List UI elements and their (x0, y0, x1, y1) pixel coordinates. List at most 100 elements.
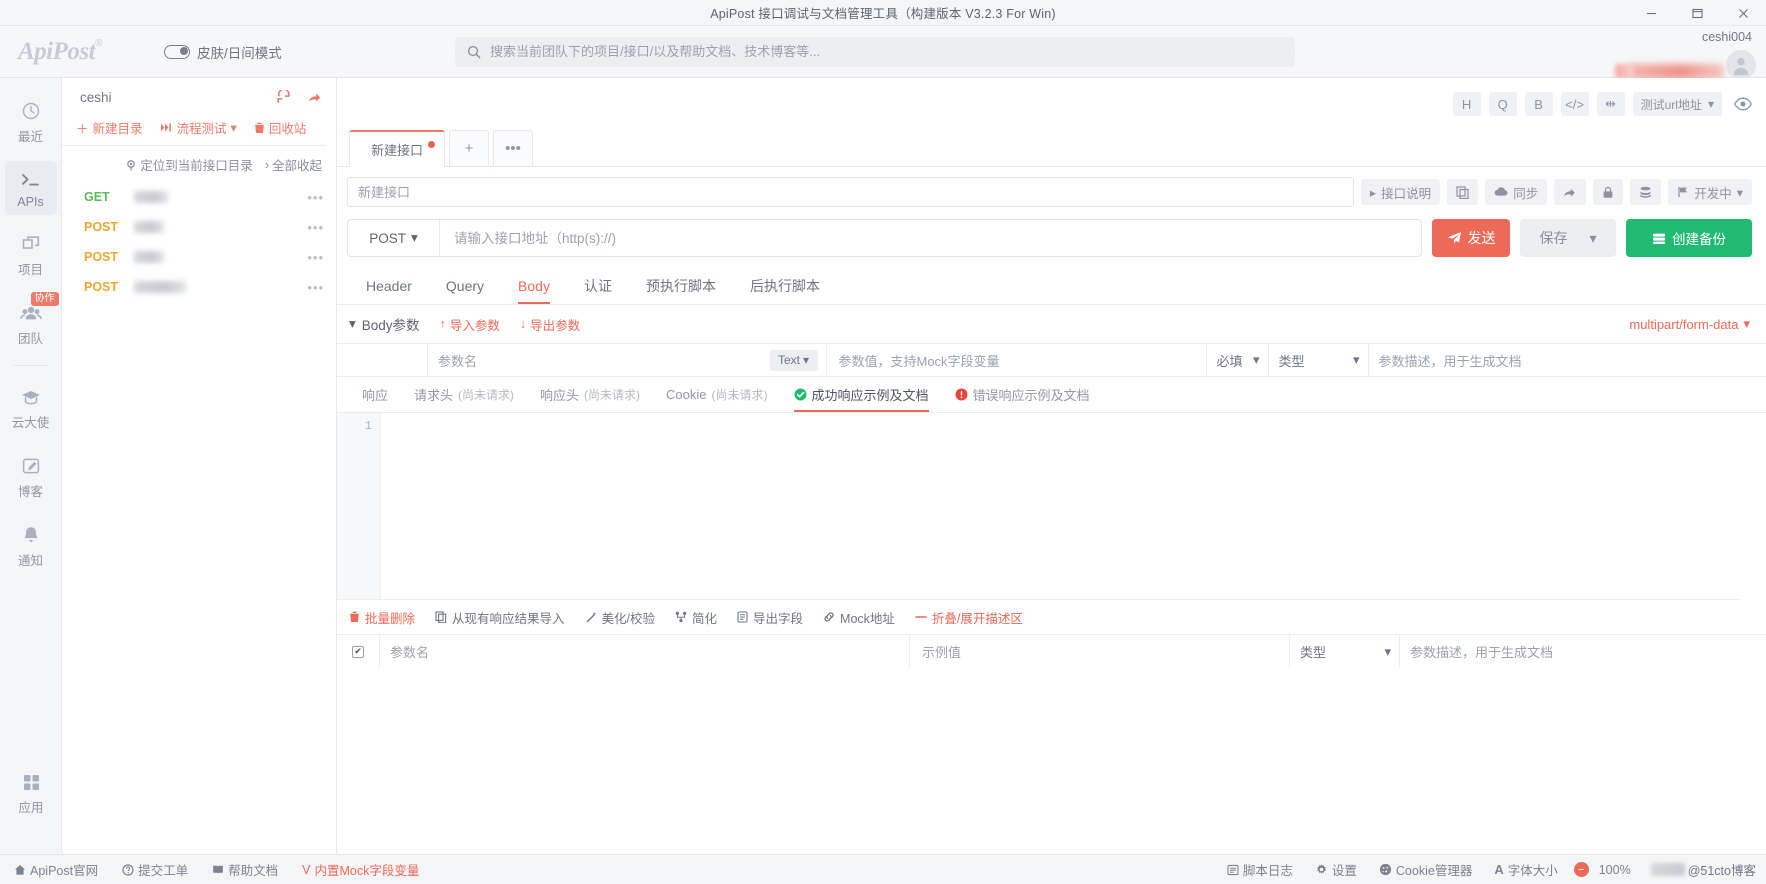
refresh-icon[interactable] (276, 89, 291, 105)
sidebar-item-apps[interactable]: 应用 (5, 763, 57, 822)
batch-delete-button[interactable]: 批量删除 (349, 608, 415, 627)
param-description-cell[interactable]: 参数描述，用于生成文档 (1367, 343, 1766, 377)
apipost-website-link[interactable]: ApiPost官网 (14, 860, 98, 879)
simplify-button[interactable]: 简化 (675, 608, 717, 627)
tab-options-button[interactable]: ••• (493, 130, 533, 166)
doc-example-value-cell[interactable]: 示例值 (909, 634, 1289, 669)
copy-button[interactable] (1447, 179, 1479, 205)
table-row[interactable]: POST ••• (62, 272, 336, 302)
database-button[interactable] (1630, 179, 1662, 205)
tab-post-script[interactable]: 后执行脚本 (733, 267, 837, 304)
beautify-validate-button[interactable]: 美化/校验 (585, 608, 655, 627)
tab-pre-script[interactable]: 预执行脚本 (629, 267, 733, 304)
toggle-description-area-button[interactable]: 折叠/展开描述区 (915, 608, 1023, 627)
tab-body[interactable]: Body (501, 267, 567, 304)
tab-success-example[interactable]: 成功响应示例及文档 (781, 377, 942, 412)
query-toggle-button[interactable]: Q (1488, 92, 1517, 116)
collapse-all-button[interactable]: › 全部收起 (265, 155, 322, 174)
user-area[interactable]: ceshi004 (1702, 30, 1752, 45)
code-view-button[interactable]: </> (1560, 92, 1589, 116)
url-environment-select[interactable]: 测试url地址 ▾ (1632, 92, 1722, 116)
row-more-icon[interactable]: ••• (307, 250, 324, 265)
zoom-out-button[interactable]: − (1573, 862, 1589, 877)
param-kind-select[interactable]: 类型 ▾ (1267, 343, 1368, 377)
sidebar-item-blog[interactable]: 博客 (5, 447, 57, 506)
add-tab-button[interactable]: + (449, 130, 489, 166)
save-button[interactable]: 保存 ▾ (1520, 219, 1616, 257)
import-params-button[interactable]: ↑ 导入参数 (440, 315, 500, 334)
search-input[interactable] (490, 44, 1283, 59)
tab-error-example[interactable]: 错误响应示例及文档 (942, 377, 1103, 412)
mock-url-button[interactable]: Mock地址 (823, 608, 895, 627)
doc-description-cell[interactable]: 参数描述，用于生成文档 (1399, 634, 1766, 669)
export-fields-button[interactable]: 导出字段 (737, 608, 803, 627)
layout-toggle-button[interactable]: ⇹ (1596, 92, 1625, 116)
tab-header[interactable]: Header (349, 267, 429, 304)
locate-current-api-button[interactable]: 定位到当前接口目录 (125, 155, 253, 174)
sidebar-item-recent[interactable]: 最近 (5, 92, 57, 151)
url-input[interactable] (440, 230, 1421, 246)
param-type-select[interactable]: Text ▾ (769, 349, 818, 371)
tab-cookie[interactable]: Cookie (尚未请求) (653, 377, 780, 412)
global-search[interactable] (455, 36, 1295, 67)
row-more-icon[interactable]: ••• (307, 190, 324, 205)
table-row[interactable]: POST ••• (62, 242, 336, 272)
sidebar-item-notifications[interactable]: 通知 (5, 516, 57, 575)
status-select[interactable]: 开发中 ▾ (1668, 179, 1752, 205)
api-method: GET (84, 190, 110, 204)
param-required-select[interactable]: 必填 ▾ (1205, 343, 1268, 377)
http-method-select[interactable]: POST ▾ (348, 220, 440, 256)
row-more-icon[interactable]: ••• (307, 280, 324, 295)
export-params-button[interactable]: ↓ 导出参数 (520, 315, 580, 334)
share-button[interactable] (1554, 179, 1587, 205)
param-name-cell[interactable]: 参数名 Text ▾ (427, 343, 826, 377)
close-button[interactable] (1720, 0, 1766, 26)
api-name-input[interactable] (347, 177, 1354, 207)
recycle-bin-button[interactable]: 回收站 (254, 118, 306, 137)
import-from-response-button[interactable]: 从现有响应结果导入 (435, 608, 565, 627)
tab-new-api[interactable]: 新建接口 (349, 130, 445, 167)
sidebar-item-projects[interactable]: 项目 (5, 225, 57, 284)
response-example-editor[interactable]: 1 (337, 413, 1740, 600)
editor-code-area[interactable] (381, 413, 1740, 599)
maximize-button[interactable] (1674, 0, 1720, 26)
minimize-button[interactable] (1628, 0, 1674, 26)
tab-request-headers[interactable]: 请求头 (尚未请求) (401, 377, 527, 412)
submit-ticket-link[interactable]: 提交工单 (122, 860, 188, 879)
tab-response-headers[interactable]: 响应头 (尚未请求) (527, 377, 653, 412)
settings-button[interactable]: 设置 (1315, 860, 1357, 879)
table-row[interactable]: POST ••• (62, 212, 336, 242)
api-description-button[interactable]: ▸ 接口说明 (1360, 179, 1441, 205)
avatar[interactable] (1726, 50, 1756, 80)
font-size-button[interactable]: A 字体大小 (1494, 860, 1557, 879)
create-backup-button[interactable]: 创建备份 (1626, 219, 1752, 257)
row-more-icon[interactable]: ••• (307, 220, 324, 235)
sidebar-item-apis[interactable]: APIs (4, 161, 57, 215)
send-button[interactable]: 发送 (1432, 219, 1510, 257)
cookie-manager-button[interactable]: Cookie管理器 (1379, 860, 1472, 879)
doc-kind-select[interactable]: 类型 ▾ (1289, 634, 1399, 669)
sync-button[interactable]: 同步 (1485, 179, 1548, 205)
script-log-button[interactable]: 脚本日志 (1227, 860, 1293, 879)
header-toggle-button[interactable]: H (1452, 92, 1481, 116)
content-type-select[interactable]: multipart/form-data ▾ (1629, 316, 1750, 332)
doc-name-cell[interactable]: 参数名 (379, 634, 909, 669)
help-docs-link[interactable]: 帮助文档 (212, 860, 278, 879)
body-toggle-button[interactable]: B (1524, 92, 1553, 116)
flow-test-button[interactable]: 流程测试 ▾ (160, 118, 237, 137)
lock-button[interactable] (1593, 179, 1624, 205)
body-params-title[interactable]: ▾ Body参数 (349, 314, 420, 334)
param-value-cell[interactable]: 参数值，支持Mock字段变量 (825, 343, 1206, 377)
share-icon[interactable] (307, 90, 322, 105)
sidebar-item-team[interactable]: 协作 团队 (5, 292, 59, 353)
eye-icon[interactable] (1730, 97, 1752, 111)
doc-row-checkbox[interactable]: ✔ (352, 645, 364, 658)
tab-response[interactable]: 响应 (349, 377, 401, 412)
tab-auth[interactable]: 认证 (567, 267, 629, 304)
mock-variables-link[interactable]: V 内置Mock字段变量 (302, 860, 419, 879)
sidebar-item-cloud-ambassador[interactable]: 云大使 (5, 378, 57, 437)
table-row[interactable]: GET ••• (62, 182, 336, 212)
skin-mode-toggle[interactable]: 皮肤/日间模式 (164, 42, 282, 62)
new-folder-button[interactable]: ＋ 新建目录 (76, 118, 143, 137)
tab-query[interactable]: Query (429, 267, 501, 304)
